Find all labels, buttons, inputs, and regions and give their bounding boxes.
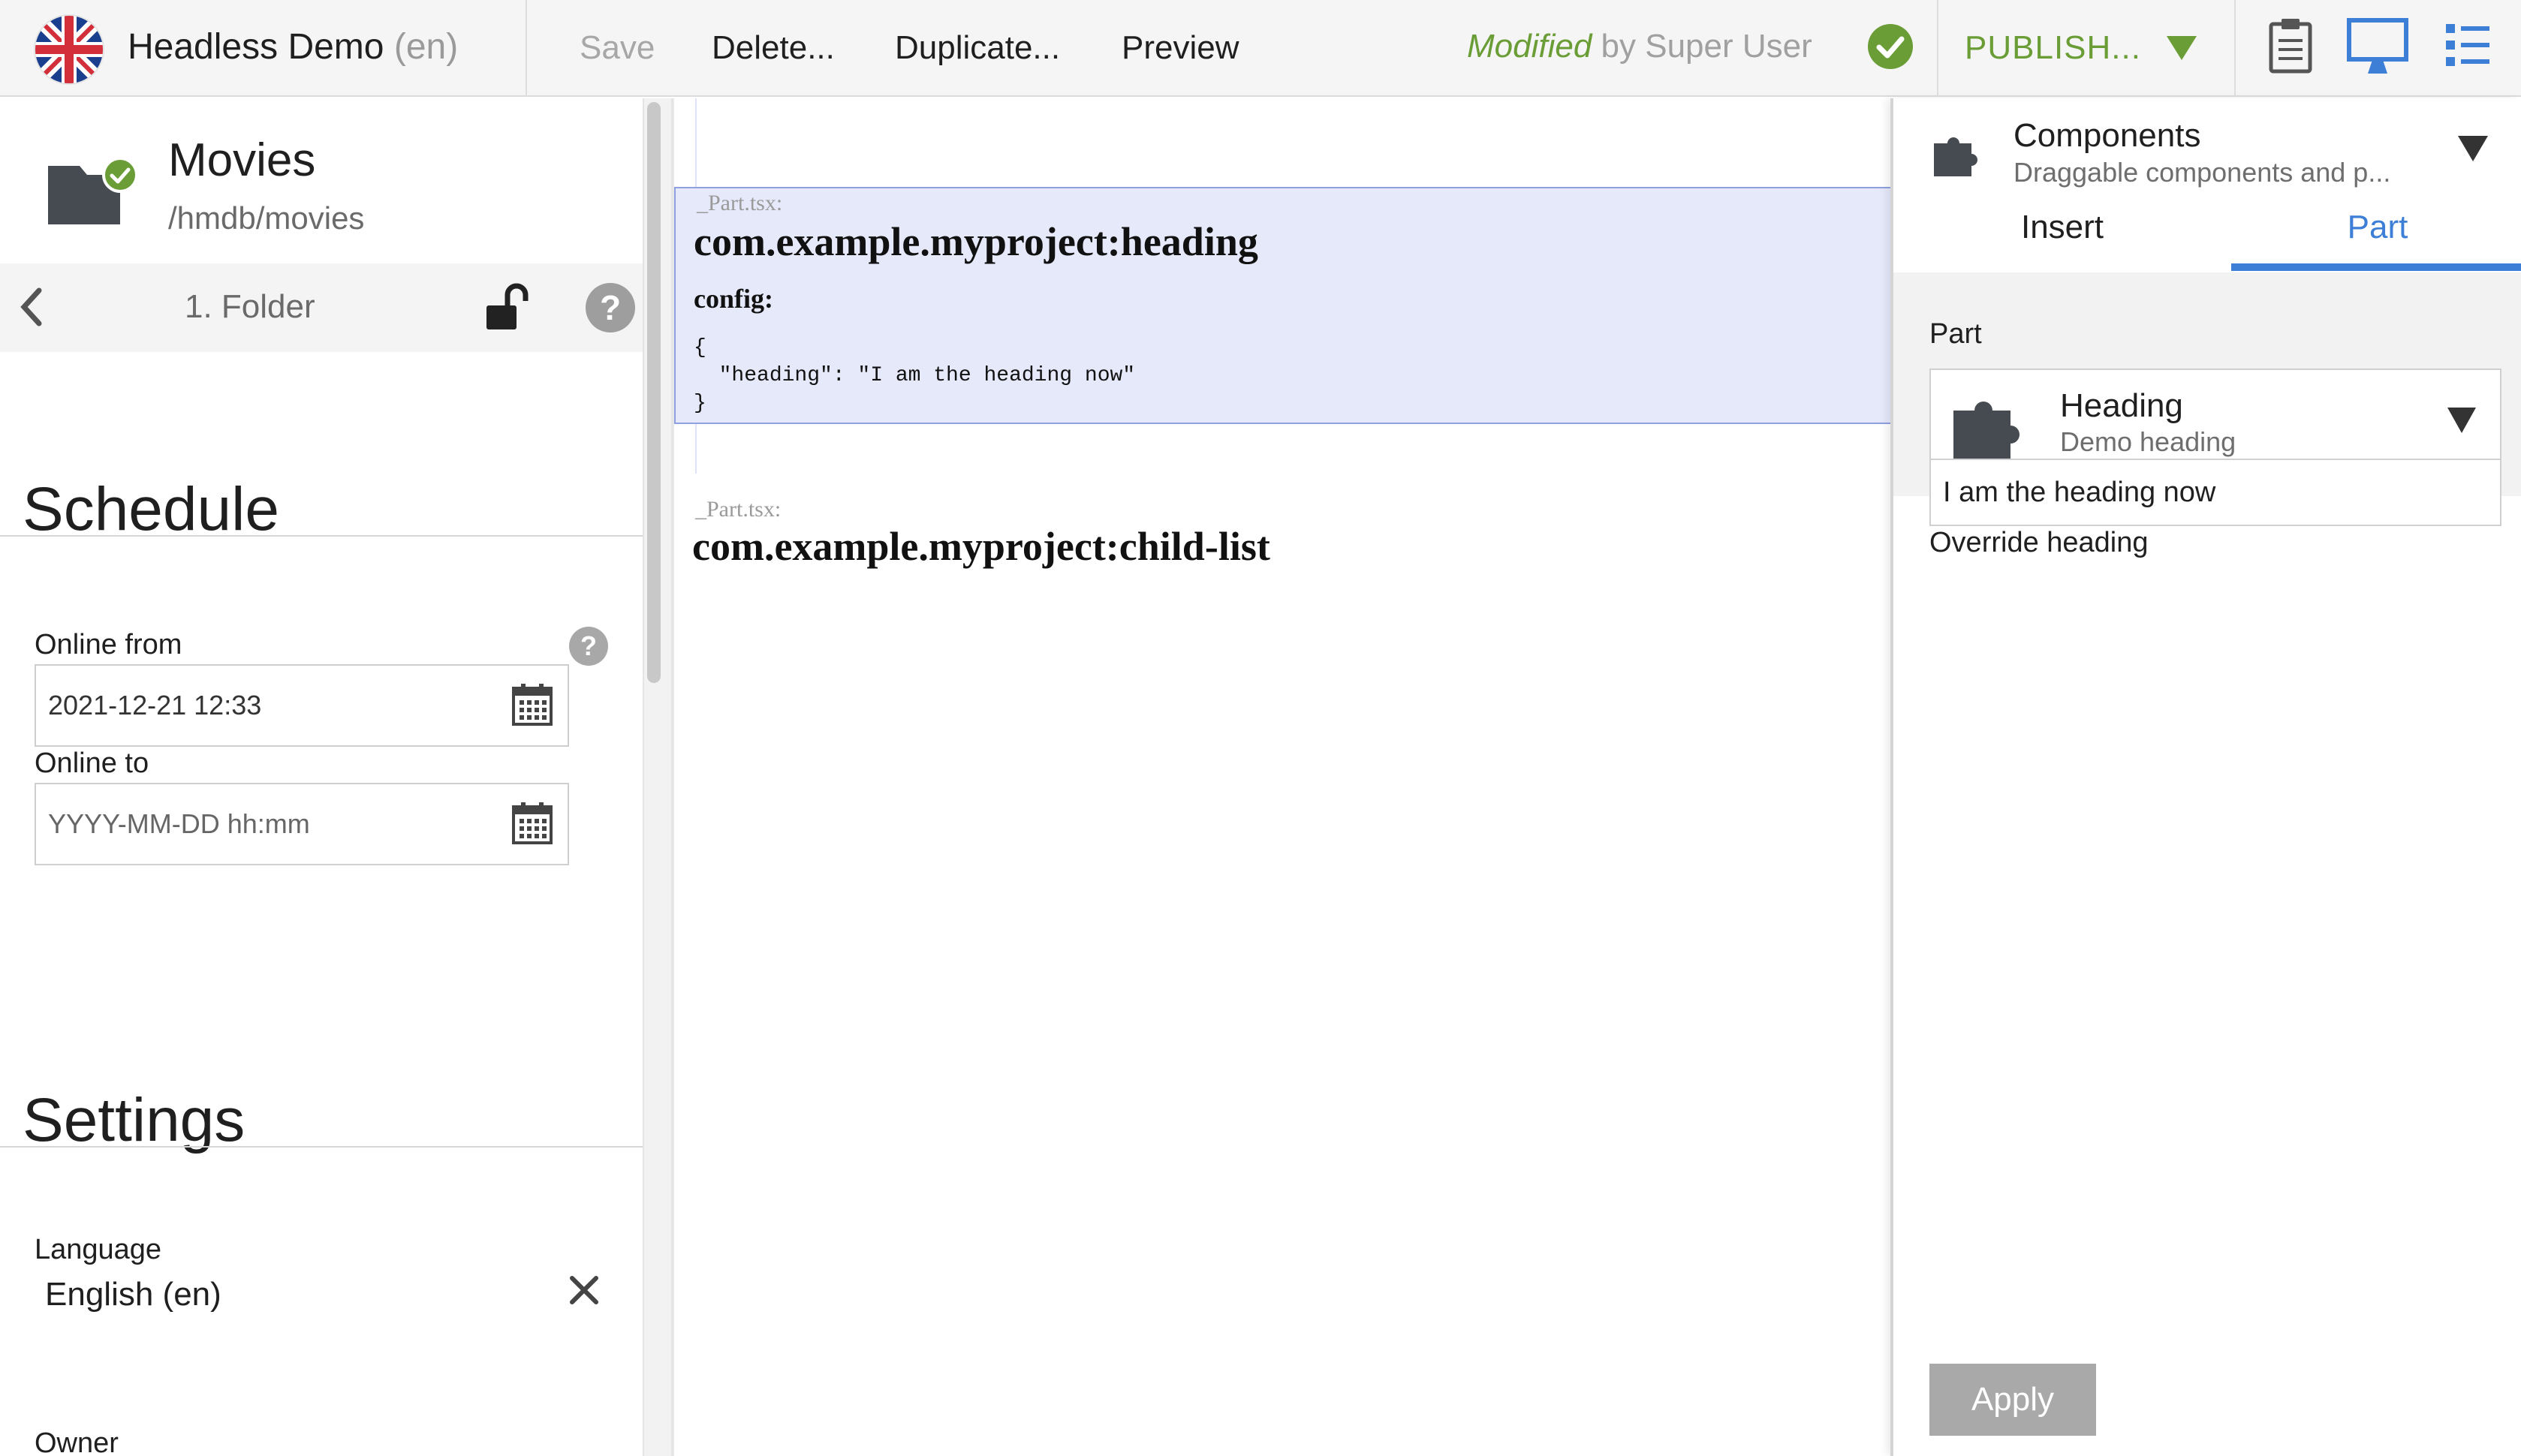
online-from-input[interactable] [35, 664, 569, 747]
toolbar-divider [1937, 0, 1938, 96]
components-tabs: Insert Part [1893, 203, 2521, 271]
part-config-label: config: [694, 284, 773, 314]
help-icon[interactable]: ? [586, 283, 635, 332]
owner-label: Owner [35, 1427, 119, 1456]
clipboard-icon[interactable] [2269, 17, 2312, 74]
puzzle-icon [1953, 402, 2020, 460]
selected-part-heading[interactable]: _Part.tsx: com.example.myproject:heading… [674, 187, 1892, 424]
components-panel: Components Draggable components and p...… [1890, 98, 2521, 1456]
online-to-input[interactable] [35, 783, 569, 865]
part-selector-name: Heading [2060, 387, 2183, 424]
folder-icon [48, 157, 138, 224]
language-label: Language [35, 1234, 162, 1265]
tab-insert[interactable]: Insert [1893, 203, 2231, 271]
preview-button[interactable]: Preview [1122, 26, 1239, 71]
online-from-label: Online from [35, 629, 182, 660]
override-heading-input[interactable] [1929, 459, 2501, 526]
toolbar: Headless Demo (en) Save Delete... Duplic… [0, 0, 2521, 97]
step-label[interactable]: 1. Folder [185, 284, 315, 329]
chevron-down-icon[interactable] [2458, 136, 2488, 161]
content-name: Movies [168, 134, 316, 186]
part-inspector: Part Heading Demo heading Override headi… [1893, 272, 2521, 1456]
unlock-icon[interactable] [485, 283, 529, 331]
content-form-panel: Movies /hmdb/movies 1. Folder ? Schedule… [0, 98, 643, 1456]
part-config-json: { "heading": "I am the heading now" } [694, 336, 1136, 415]
components-subtitle: Draggable components and p... [2013, 157, 2391, 188]
part-label: Part [1929, 318, 1982, 350]
delete-button[interactable]: Delete... [712, 26, 835, 71]
calendar-icon[interactable] [512, 684, 553, 726]
save-button[interactable]: Save [580, 26, 655, 71]
publish-menu-arrow-icon[interactable] [2167, 36, 2197, 60]
puzzle-icon [1934, 137, 1977, 176]
help-icon[interactable]: ? [569, 627, 608, 666]
apply-button[interactable]: Apply [1929, 1364, 2096, 1436]
schedule-divider [0, 535, 643, 537]
publish-button[interactable]: PUBLISH... [1965, 26, 2141, 71]
part-name[interactable]: com.example.myproject:child-list [692, 520, 1270, 573]
close-icon[interactable] [568, 1274, 601, 1307]
components-title: Components [2013, 117, 2201, 154]
part-name: com.example.myproject:heading [694, 219, 1258, 264]
part-config-form: Override heading [1893, 496, 2521, 1456]
calendar-icon[interactable] [512, 802, 553, 844]
language-value: English (en) [45, 1276, 221, 1313]
toolbar-divider [2234, 0, 2236, 96]
monitor-icon[interactable] [2347, 18, 2408, 75]
duplicate-button[interactable]: Duplicate... [895, 26, 1060, 71]
override-heading-label: Override heading [1929, 527, 2149, 558]
toolbar-divider [526, 0, 527, 96]
part-selector-desc: Demo heading [2060, 426, 2236, 457]
tab-part[interactable]: Part [2231, 203, 2521, 271]
part-selector[interactable]: Heading Demo heading [1929, 369, 2501, 472]
uk-flag-icon [34, 14, 104, 85]
left-scrollbar-thumb[interactable] [647, 102, 661, 683]
content-path: /hmdb/movies [168, 200, 365, 236]
part-file-label: _Part.tsx: [697, 191, 783, 215]
chevron-down-icon[interactable] [2447, 408, 2476, 433]
settings-divider [0, 1146, 643, 1148]
modified-status: Modified by Super User [1467, 28, 1812, 65]
chevron-left-icon[interactable] [17, 286, 47, 328]
language-code: (en) [393, 27, 459, 67]
wizard-step-bar: 1. Folder ? [0, 263, 643, 352]
app-title: Headless Demo (en) [128, 27, 459, 67]
valid-check-icon [1868, 24, 1913, 69]
live-preview: _Part.tsx: com.example.myproject:heading… [673, 98, 1892, 1456]
list-icon[interactable] [2446, 23, 2489, 68]
online-to-label: Online to [35, 748, 149, 779]
